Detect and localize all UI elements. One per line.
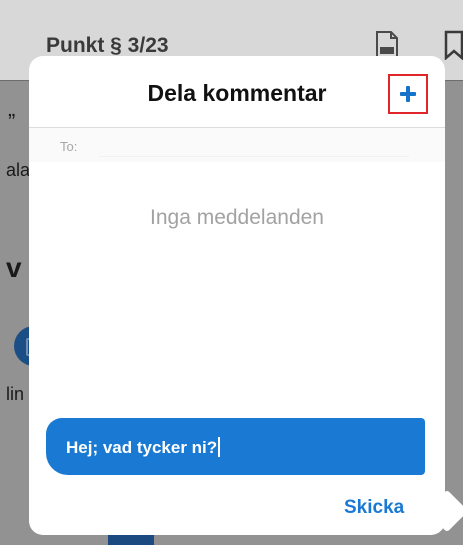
- message-text: Hej; vad tycker ni?: [66, 437, 221, 458]
- text-cursor: [218, 437, 221, 457]
- background-heading-fragment: v: [6, 252, 22, 283]
- screen: Punkt § 3/23 „ ala v lin Dela kommentar …: [0, 0, 463, 545]
- background-text-fragment: lin: [6, 384, 25, 404]
- add-recipient-button[interactable]: [388, 74, 428, 114]
- background-header-title: Punkt § 3/23: [46, 34, 169, 57]
- background-icon: [108, 534, 154, 545]
- send-button[interactable]: Skicka: [344, 497, 404, 519]
- recipient-label: To:: [60, 139, 78, 154]
- bookmark-icon[interactable]: [443, 30, 463, 60]
- empty-messages-text: Inga meddelanden: [150, 206, 324, 229]
- recipient-field[interactable]: To:: [29, 128, 445, 162]
- background-text-fragment: „: [8, 96, 16, 121]
- popover-title: Dela kommentar: [147, 80, 327, 106]
- message-input[interactable]: Hej; vad tycker ni?: [46, 418, 425, 475]
- share-comment-popover: Dela kommentar To: Inga meddelanden Hej;…: [29, 56, 445, 535]
- recipient-input[interactable]: [99, 156, 409, 157]
- background-text-fragment: ala: [6, 160, 31, 180]
- plus-icon[interactable]: [396, 82, 420, 106]
